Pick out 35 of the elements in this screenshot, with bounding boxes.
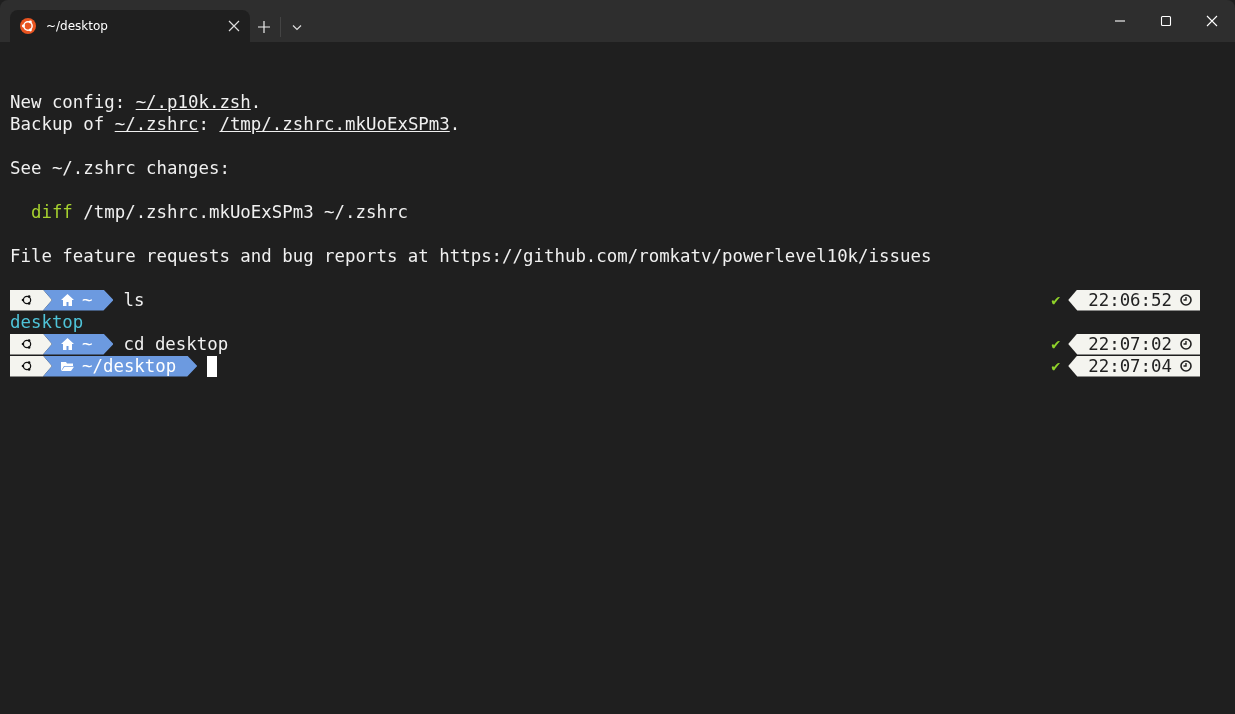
- status-check: ✔: [1051, 290, 1061, 311]
- time-text: 22:07:04: [1088, 355, 1172, 377]
- time-text: 22:06:52: [1088, 289, 1172, 311]
- path-link[interactable]: /tmp/.zshrc.mkUoExSPm3: [219, 114, 450, 134]
- logo-icon: [20, 337, 34, 351]
- terminal-line: Backup of ~/.zshrc: /tmp/.zshrc.mkUoExSPm3.: [10, 113, 462, 135]
- terminal-line: See ~/.zshrc changes:: [10, 157, 231, 179]
- close-icon[interactable]: [228, 20, 240, 32]
- logo-icon: [20, 18, 36, 34]
- terminal-line: File feature requests and bug reports at https://github.com/romkatv/powerlevel10k/issues: [10, 245, 933, 267]
- terminal-line: diff /tmp/.zshrc.mkUoExSPm3 ~/.zshrc: [29, 201, 409, 223]
- logo-icon: [20, 359, 34, 373]
- home-icon: [61, 294, 74, 306]
- folder-icon: [61, 360, 74, 372]
- status-check: ✔: [1051, 356, 1061, 377]
- path-text: ~: [82, 289, 93, 311]
- command-text: ls: [123, 289, 145, 311]
- command-text: cd desktop: [123, 333, 229, 355]
- path-text: ~/desktop: [82, 355, 177, 377]
- time-text: 22:07:02: [1088, 333, 1172, 355]
- clock-icon: [1180, 360, 1192, 372]
- path-text: ~: [82, 333, 93, 355]
- plus-icon: [258, 21, 270, 33]
- clock-icon: [1180, 338, 1192, 350]
- path-link[interactable]: ~/.zshrc: [114, 114, 199, 134]
- terminal-tab[interactable]: ~/desktop: [10, 10, 250, 42]
- home-icon: [61, 338, 74, 350]
- logo-icon: [20, 293, 34, 307]
- close-icon: [1206, 15, 1218, 27]
- maximize-icon: [1160, 15, 1172, 27]
- terminal-line: New config: ~/.p10k.zsh.: [10, 91, 263, 113]
- path-link[interactable]: ~/.p10k.zsh: [135, 92, 251, 112]
- clock-icon: [1180, 294, 1192, 306]
- status-check: ✔: [1051, 334, 1061, 355]
- terminal-line: desktop: [10, 311, 85, 333]
